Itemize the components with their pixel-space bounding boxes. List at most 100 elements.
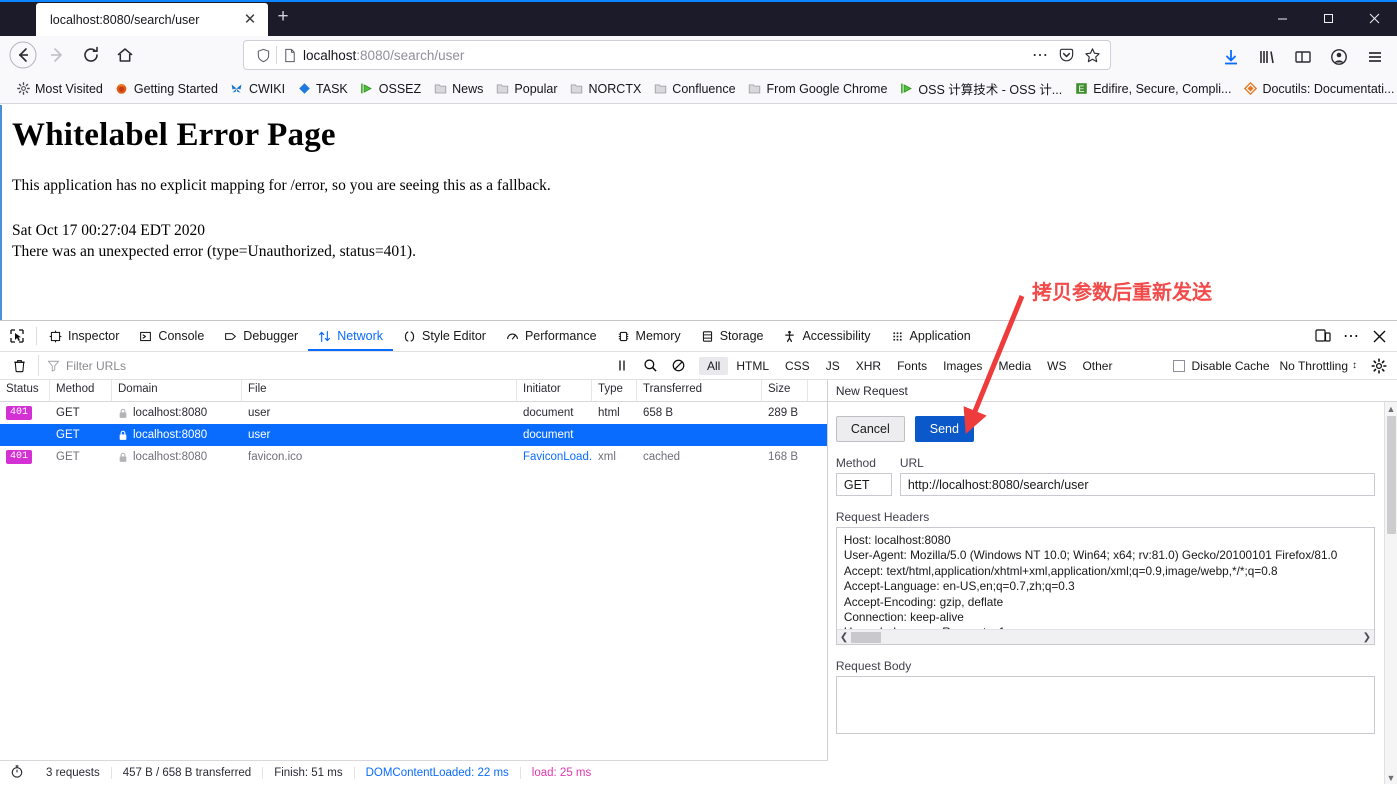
block-icon[interactable] (665, 354, 691, 378)
request-body-input[interactable] (835, 676, 1375, 734)
bookmark-item[interactable]: From Google Chrome (742, 80, 894, 98)
filter-type-fonts[interactable]: Fonts (889, 357, 935, 375)
hscroll-thumb[interactable] (850, 632, 881, 643)
cancel-button[interactable]: Cancel (835, 416, 905, 442)
sidebar-icon[interactable] (1285, 40, 1321, 74)
chevron-right-icon[interactable]: ❯ (1363, 632, 1371, 643)
minimize-icon[interactable] (1259, 0, 1305, 36)
bookmark-item[interactable]: OSS 计算技术 - OSS 计... (893, 77, 1068, 100)
devtools-tab-memory[interactable]: Memory (607, 321, 691, 351)
bookmark-item[interactable]: NORCTX (564, 80, 648, 98)
hamburger-menu-icon[interactable] (1357, 40, 1393, 74)
devtools-tab-debugger[interactable]: Debugger (214, 321, 308, 351)
download-icon[interactable] (1213, 40, 1249, 74)
filter-type-media[interactable]: Media (990, 357, 1039, 375)
column-header-transferred[interactable]: Transferred (637, 380, 762, 401)
column-header-method[interactable]: Method (50, 380, 112, 401)
account-icon[interactable] (1321, 40, 1357, 74)
search-icon[interactable] (637, 354, 663, 378)
tab-accent-line (0, 0, 1397, 2)
chevron-up-icon[interactable]: ▲ (1385, 402, 1397, 415)
url-input[interactable]: http://localhost:8080/search/user (899, 473, 1375, 496)
cell-transferred (637, 424, 762, 446)
url-text[interactable]: localhost:8080/search/user (303, 48, 1028, 63)
star-icon[interactable] (1080, 43, 1104, 67)
url-bar[interactable]: localhost:8080/search/user ⋯ (243, 40, 1111, 70)
bookmark-item[interactable]: E Edifire, Secure, Compli... (1068, 80, 1237, 98)
bookmark-item[interactable]: Docutils: Documentati... (1237, 80, 1397, 98)
responsive-design-mode-icon[interactable] (1309, 321, 1337, 351)
bookmark-item[interactable]: Most Visited (10, 80, 109, 98)
filter-type-js[interactable]: JS (818, 357, 848, 375)
status-load: load: 25 ms (531, 766, 592, 779)
disable-cache-checkbox[interactable]: Disable Cache (1173, 359, 1270, 373)
column-header-size[interactable]: Size (762, 380, 808, 401)
request-headers-section: Request Headers Host: localhost:8080 Use… (835, 510, 1375, 645)
library-icon[interactable] (1249, 40, 1285, 74)
scrollbar-thumb[interactable] (1387, 416, 1396, 534)
table-row[interactable]: GET localhost:8080 user document (0, 424, 827, 446)
bookmark-item[interactable]: News (427, 80, 489, 98)
home-icon[interactable] (108, 38, 142, 72)
devtools-tab-label: Memory (635, 329, 681, 343)
chevron-down-icon[interactable]: ▼ (1385, 771, 1397, 784)
filter-type-images[interactable]: Images (935, 357, 990, 375)
column-header-initiator[interactable]: Initiator (517, 380, 592, 401)
gear-icon[interactable] (1367, 354, 1391, 378)
pause-icon[interactable] (609, 354, 635, 378)
reload-icon[interactable] (74, 38, 108, 72)
url-path: :8080/search/user (356, 47, 465, 63)
detail-scrollbar[interactable]: ▲ ▼ (1384, 402, 1397, 784)
filter-type-ws[interactable]: WS (1039, 357, 1074, 375)
filter-type-all[interactable]: All (699, 356, 729, 375)
column-header-domain[interactable]: Domain (112, 380, 242, 401)
shield-icon (250, 48, 276, 63)
throttling-select[interactable]: No Throttling ↕ (1280, 359, 1357, 373)
filter-type-css[interactable]: CSS (777, 357, 818, 375)
devtools-tab-network[interactable]: Network (308, 321, 393, 351)
devtools-close-icon[interactable] (1365, 321, 1393, 351)
devtools-more-icon[interactable]: ⋯ (1337, 321, 1365, 351)
new-tab-button[interactable]: + (272, 7, 294, 29)
bookmark-item[interactable]: Confluence (647, 80, 741, 98)
filter-urls-input[interactable]: Filter URLs (38, 355, 603, 376)
new-request-title: New Request (827, 380, 1397, 402)
column-header-status[interactable]: Status (0, 380, 50, 401)
column-header-file[interactable]: File (242, 380, 517, 401)
trash-icon[interactable] (6, 354, 32, 378)
table-row[interactable]: 401 GET localhost:8080 user document html 658 … (0, 402, 827, 424)
devtools-tab-accessibility[interactable]: Accessibility (773, 321, 880, 351)
request-headers-box[interactable]: Host: localhost:8080 User-Agent: Mozilla… (835, 527, 1375, 645)
network-table-rows: 401 GET localhost:8080 user document html 658 … (0, 402, 827, 468)
devtools-tab-console[interactable]: Console (129, 321, 214, 351)
ellipsis-icon[interactable]: ⋯ (1028, 43, 1052, 67)
window-close-icon[interactable] (1351, 0, 1397, 36)
devtools-tab-style-editor[interactable]: Style Editor (393, 321, 496, 351)
bookmark-item[interactable]: OSSEZ (354, 80, 427, 98)
method-input[interactable]: GET (835, 473, 892, 496)
browser-tab[interactable]: localhost:8080/search/user ✕ (36, 3, 268, 36)
devtools-tab-application[interactable]: Application (881, 321, 981, 351)
element-picker-icon[interactable] (0, 321, 34, 351)
pocket-icon[interactable] (1054, 43, 1078, 67)
bookmark-item[interactable]: CWIKI (224, 80, 291, 98)
bookmark-item[interactable]: Popular (489, 80, 563, 98)
devtools-tab-storage[interactable]: Storage (691, 321, 774, 351)
devtools-tab-inspector[interactable]: Inspector (39, 321, 129, 351)
tab-close-icon[interactable]: ✕ (240, 10, 260, 30)
maximize-icon[interactable] (1305, 0, 1351, 36)
bookmark-item[interactable]: TASK (291, 80, 354, 98)
send-button[interactable]: Send (914, 416, 974, 442)
devtools-tab-performance[interactable]: Performance (496, 321, 607, 351)
filter-type-html[interactable]: HTML (728, 357, 777, 375)
tabbar-divider (36, 327, 37, 345)
domain-text: localhost:8080 (133, 407, 208, 419)
column-header-type[interactable]: Type (592, 380, 637, 401)
table-row[interactable]: 401 GET localhost:8080 favicon.ico FaviconLo… (0, 446, 827, 468)
filter-type-other[interactable]: Other (1074, 357, 1120, 375)
chevron-left-icon[interactable]: ❮ (840, 632, 848, 643)
headers-horizontal-scrollbar[interactable]: ❮ ❯ (836, 629, 1374, 644)
bookmark-item[interactable]: Getting Started (109, 80, 224, 98)
filter-type-xhr[interactable]: XHR (848, 357, 889, 375)
back-arrow-icon[interactable] (6, 38, 40, 72)
